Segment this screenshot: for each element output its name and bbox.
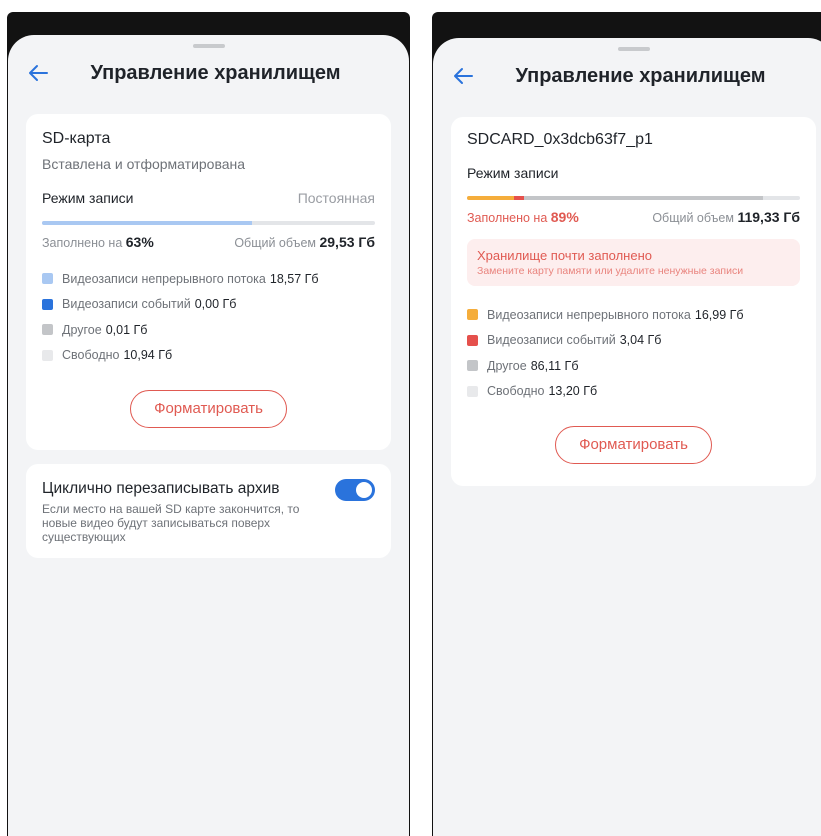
legend-swatch <box>467 334 478 346</box>
legend-value: 86,11 Гб <box>530 358 579 373</box>
card-status: Вставлена и отформатирована <box>42 156 246 172</box>
legend-value: 10,94 Гб <box>123 348 173 363</box>
header: Управление хранилищем <box>8 48 409 104</box>
legend-other: Другое 0,01 Гб <box>42 317 375 343</box>
legend-value: 16,99 Гб <box>694 307 744 322</box>
right-phone-screen: Управление хранилищем SDCARD_0x3dcb63f7_… <box>432 12 821 836</box>
total-prefix: Общий объем <box>652 211 734 225</box>
legend-swatch <box>42 349 53 361</box>
fill-value: 89% <box>550 209 579 225</box>
progress-events <box>513 196 524 200</box>
recording-mode-row[interactable]: Режим записи Постоянная <box>42 190 375 206</box>
storage-progress-bar <box>467 196 800 200</box>
storage-full-warning: Хранилище почти заполнено Замените карту… <box>467 239 800 286</box>
format-button-wrap: Форматировать <box>42 390 375 428</box>
legend-free: Свободно 13,20 Гб <box>467 379 800 405</box>
total-capacity: Общий объем 29,53 Гб <box>234 234 375 250</box>
fill-percentage: Заполнено на 89% <box>467 209 579 225</box>
storage-management-sheet: Управление хранилищем SDCARD_0x3dcb63f7_… <box>433 38 821 836</box>
recording-mode-row[interactable]: Режим записи <box>467 165 800 181</box>
toggle-knob <box>356 482 372 498</box>
total-capacity: Общий объем 119,33 Гб <box>652 209 800 225</box>
left-phone-screen: Управление хранилищем SD-карта Вставлена… <box>7 12 410 836</box>
legend-value: 3,04 Гб <box>619 333 662 348</box>
storage-legend: Видеозаписи непрерывного потока 18,57 Гб … <box>42 266 375 368</box>
legend-label: Видеозаписи непрерывного потока <box>62 271 266 286</box>
legend-label: Видеозаписи событий <box>487 333 616 348</box>
warning-subtitle: Замените карту памяти или удалите ненужн… <box>477 265 744 277</box>
legend-swatch <box>467 360 478 372</box>
legend-value: 18,57 Гб <box>269 271 319 286</box>
legend-events: Видеозаписи событий 3,04 Гб <box>467 328 800 354</box>
legend-swatch <box>467 309 478 321</box>
legend-swatch <box>42 273 53 285</box>
legend-swatch <box>42 298 53 310</box>
total-prefix: Общий объем <box>234 236 316 250</box>
legend-other: Другое 86,11 Гб <box>467 353 800 379</box>
legend-label: Другое <box>487 358 527 373</box>
cyclic-overwrite-toggle[interactable] <box>335 479 375 501</box>
format-button-wrap: Форматировать <box>467 426 800 464</box>
progress-continuous <box>467 196 514 200</box>
storage-stats: Заполнено на 89% Общий объем 119,33 Гб <box>467 209 800 225</box>
card-title: SD-карта <box>42 130 111 147</box>
fill-percentage: Заполнено на 63% <box>42 234 154 250</box>
legend-value: 0,01 Гб <box>105 322 148 337</box>
storage-management-sheet: Управление хранилищем SD-карта Вставлена… <box>8 35 409 836</box>
legend-label: Свободно <box>62 348 120 363</box>
storage-progress-bar <box>42 221 375 225</box>
legend-label: Свободно <box>487 384 545 399</box>
legend-continuous: Видеозаписи непрерывного потока 18,57 Гб <box>42 266 375 292</box>
total-value: 119,33 Гб <box>737 209 800 225</box>
progress-fill <box>42 221 252 225</box>
recording-mode-label: Режим записи <box>467 165 559 181</box>
cyclic-overwrite-description: Если место на вашей SD карте закончится,… <box>42 502 300 544</box>
legend-value: 0,00 Гб <box>194 297 237 312</box>
header: Управление хранилищем <box>433 51 821 107</box>
page-title: Управление хранилищем <box>515 65 766 87</box>
sd-card-storage-card: SD-карта Вставлена и отформатирована Реж… <box>26 114 391 450</box>
fill-prefix: Заполнено на <box>467 211 548 225</box>
format-button[interactable]: Форматировать <box>130 390 287 428</box>
card-title: SDCARD_0x3dcb63f7_p1 <box>467 131 653 148</box>
progress-other <box>523 196 764 200</box>
legend-value: 13,20 Гб <box>548 384 598 399</box>
format-button[interactable]: Форматировать <box>555 426 712 464</box>
cyclic-overwrite-title: Циклично перезаписывать архив <box>42 480 280 497</box>
legend-free: Свободно 10,94 Гб <box>42 343 375 369</box>
legend-label: Другое <box>62 322 102 337</box>
fill-value: 63% <box>125 234 154 250</box>
legend-label: Видеозаписи непрерывного потока <box>487 307 691 322</box>
total-value: 29,53 Гб <box>319 234 375 250</box>
legend-swatch <box>467 385 478 397</box>
legend-continuous: Видеозаписи непрерывного потока 16,99 Гб <box>467 302 800 328</box>
recording-mode-label: Режим записи <box>42 190 134 206</box>
legend-events: Видеозаписи событий 0,00 Гб <box>42 292 375 318</box>
cyclic-overwrite-card: Циклично перезаписывать архив Если место… <box>26 464 391 558</box>
sd-card-storage-card: SDCARD_0x3dcb63f7_p1 Режим записи Заполн… <box>451 117 816 486</box>
legend-label: Видеозаписи событий <box>62 297 191 312</box>
recording-mode-value: Постоянная <box>297 190 375 206</box>
legend-swatch <box>42 324 53 336</box>
storage-legend: Видеозаписи непрерывного потока 16,99 Гб … <box>467 302 800 404</box>
fill-prefix: Заполнено на <box>42 236 123 250</box>
storage-stats: Заполнено на 63% Общий объем 29,53 Гб <box>42 234 375 250</box>
page-title: Управление хранилищем <box>90 62 341 84</box>
warning-title: Хранилище почти заполнено <box>477 248 652 263</box>
